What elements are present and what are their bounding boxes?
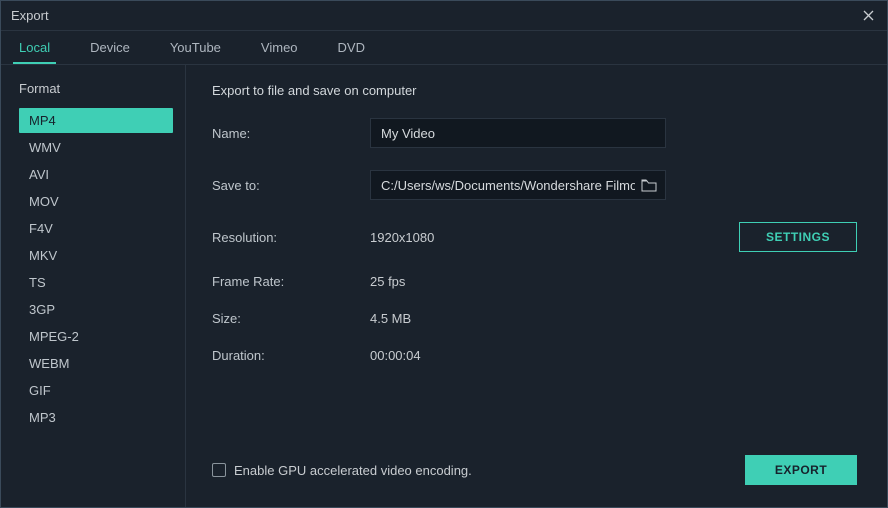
saveto-label: Save to: [212,178,370,193]
row-name: Name: [212,118,857,148]
size-label: Size: [212,311,370,326]
close-icon [863,10,874,21]
format-item-f4v[interactable]: F4V [19,216,173,241]
row-saveto: Save to: C:/Users/ws/Documents/Wondersha… [212,170,857,200]
format-item-wmv[interactable]: WMV [19,135,173,160]
format-item-gif[interactable]: GIF [19,378,173,403]
name-input[interactable] [370,118,666,148]
format-item-mov[interactable]: MOV [19,189,173,214]
tabs: Local Device YouTube Vimeo DVD [1,31,887,65]
row-size: Size: 4.5 MB [212,311,857,326]
folder-icon[interactable] [641,178,657,192]
window-title: Export [11,8,49,23]
framerate-label: Frame Rate: [212,274,370,289]
format-list: MP4WMVAVIMOVF4VMKVTS3GPMPEG-2WEBMGIFMP3 [19,108,173,430]
format-item-webm[interactable]: WEBM [19,351,173,376]
framerate-value: 25 fps [370,274,405,289]
main-heading: Export to file and save on computer [212,83,857,98]
size-value: 4.5 MB [370,311,411,326]
saveto-field[interactable]: C:/Users/ws/Documents/Wondershare Filmo [370,170,666,200]
body: Format MP4WMVAVIMOVF4VMKVTS3GPMPEG-2WEBM… [1,65,887,507]
sidebar: Format MP4WMVAVIMOVF4VMKVTS3GPMPEG-2WEBM… [1,65,186,507]
form: Name: Save to: C:/Users/ws/Documents/Won… [212,118,857,363]
tab-local[interactable]: Local [13,32,56,64]
tab-dvd[interactable]: DVD [332,32,371,64]
format-item-mp4[interactable]: MP4 [19,108,173,133]
saveto-value: C:/Users/ws/Documents/Wondershare Filmo [381,178,635,193]
format-item-mkv[interactable]: MKV [19,243,173,268]
row-framerate: Frame Rate: 25 fps [212,274,857,289]
checkbox-box-icon [212,463,226,477]
close-button[interactable] [859,7,877,25]
duration-label: Duration: [212,348,370,363]
format-item-ts[interactable]: TS [19,270,173,295]
export-button[interactable]: EXPORT [745,455,857,485]
tab-vimeo[interactable]: Vimeo [255,32,304,64]
gpu-checkbox-label: Enable GPU accelerated video encoding. [234,463,472,478]
sidebar-heading: Format [19,81,173,96]
footer: Enable GPU accelerated video encoding. E… [212,443,857,495]
format-item-mp3[interactable]: MP3 [19,405,173,430]
name-label: Name: [212,126,370,141]
resolution-value: 1920x1080 [370,230,434,245]
format-item-mpeg-2[interactable]: MPEG-2 [19,324,173,349]
export-window: Export Local Device YouTube Vimeo DVD Format… [0,0,888,508]
format-item-avi[interactable]: AVI [19,162,173,187]
format-item-3gp[interactable]: 3GP [19,297,173,322]
row-resolution: Resolution: 1920x1080 SETTINGS [212,222,857,252]
titlebar: Export [1,1,887,31]
gpu-checkbox[interactable]: Enable GPU accelerated video encoding. [212,463,472,478]
duration-value: 00:00:04 [370,348,421,363]
resolution-label: Resolution: [212,230,370,245]
tab-youtube[interactable]: YouTube [164,32,227,64]
row-duration: Duration: 00:00:04 [212,348,857,363]
settings-button[interactable]: SETTINGS [739,222,857,252]
tab-device[interactable]: Device [84,32,136,64]
main-panel: Export to file and save on computer Name… [186,65,887,507]
